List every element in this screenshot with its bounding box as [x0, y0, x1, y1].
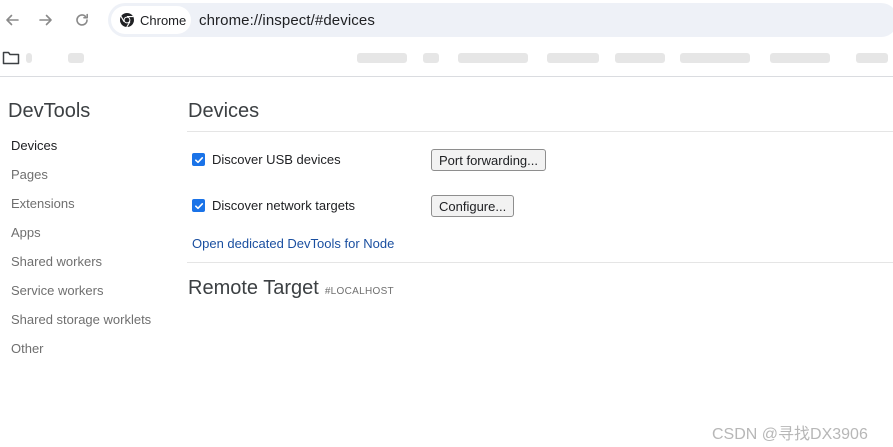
folder-icon[interactable] [2, 50, 20, 66]
watermark: CSDN @寻找DX3906 [712, 426, 868, 443]
bookmark-item[interactable] [770, 53, 830, 63]
sidebar-item-pages[interactable]: Pages [11, 167, 48, 182]
network-label: Discover network targets [212, 198, 356, 213]
devtools-node-link[interactable]: Open dedicated DevTools for Node [192, 236, 394, 251]
usb-label: Discover USB devices [212, 152, 341, 167]
network-checkbox[interactable] [192, 199, 205, 212]
sidebar-item-shared-storage-worklets[interactable]: Shared storage worklets [11, 312, 151, 327]
port-forwarding-button[interactable]: Port forwarding... [431, 149, 546, 171]
bookmark-item[interactable] [26, 53, 32, 63]
usb-checkbox[interactable] [192, 153, 205, 166]
remote-target-tag: #LOCALHOST [324, 286, 394, 297]
checkmark-icon [194, 156, 203, 163]
bookmark-item[interactable] [458, 53, 528, 63]
address-bar[interactable]: Chrome chrome://inspect/#devices [108, 3, 893, 37]
bookmark-item[interactable] [547, 53, 599, 63]
bookmark-item[interactable] [68, 53, 84, 63]
chrome-chip-label: Chrome [140, 12, 187, 28]
remote-target-heading: Remote Target #LOCALHOST [188, 277, 394, 300]
usb-option: Discover USB devices [192, 152, 341, 167]
reload-icon[interactable] [72, 10, 92, 30]
bookmark-item[interactable] [357, 53, 407, 63]
back-arrow-icon[interactable] [2, 10, 22, 30]
sidebar-title: DevTools [8, 100, 91, 122]
configure-button[interactable]: Configure... [431, 195, 515, 217]
browser-toolbar: Chrome chrome://inspect/#devices [0, 0, 893, 40]
checkmark-icon [194, 202, 203, 209]
sidebar-item-service-workers[interactable]: Service workers [11, 283, 103, 298]
bookmarks-bar [0, 40, 893, 77]
section-divider [187, 262, 893, 263]
sidebar-item-shared-workers[interactable]: Shared workers [11, 254, 102, 269]
forward-arrow-icon[interactable] [36, 10, 56, 30]
sidebar-item-devices[interactable]: Devices [11, 138, 57, 153]
sidebar-item-extensions[interactable]: Extensions [11, 196, 75, 211]
chrome-page-chip[interactable]: Chrome [111, 6, 191, 34]
sidebar-item-apps[interactable]: Apps [11, 225, 41, 240]
bookmark-item[interactable] [680, 53, 750, 63]
bookmark-item[interactable] [615, 53, 665, 63]
bookmark-item[interactable] [423, 53, 439, 63]
section-divider [187, 131, 893, 132]
url-text[interactable]: chrome://inspect/#devices [199, 12, 375, 29]
bookmark-item[interactable] [856, 53, 888, 63]
chrome-logo-icon [120, 13, 134, 28]
page-title: Devices [188, 100, 260, 122]
sidebar-item-other[interactable]: Other [11, 341, 44, 356]
network-option: Discover network targets [192, 198, 355, 213]
remote-target-title: Remote Target [188, 277, 319, 299]
